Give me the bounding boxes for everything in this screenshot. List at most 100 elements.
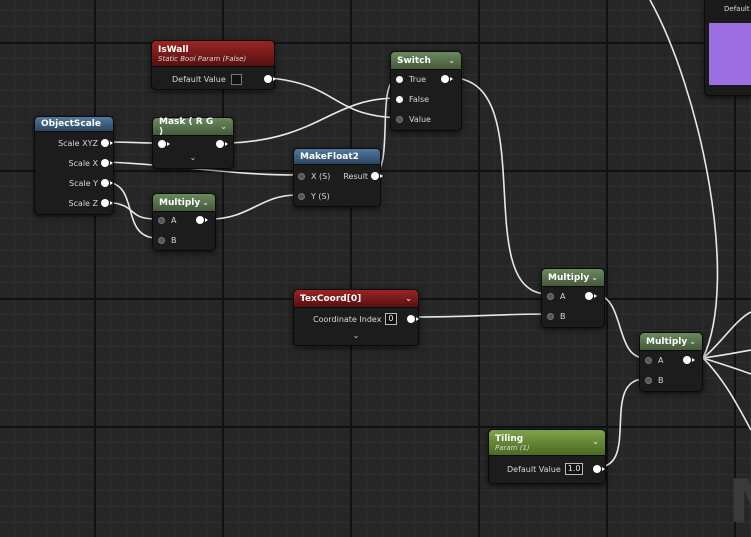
wire-right-4 bbox=[702, 357, 751, 431]
preview-swatch[interactable] bbox=[709, 23, 751, 85]
chevron-down-icon[interactable]: ⌄ bbox=[405, 294, 412, 303]
mask-node[interactable]: Mask ( R G ) ⌄ ⌄ bbox=[152, 117, 234, 169]
objectscale-out-scalez-pin[interactable] bbox=[101, 199, 113, 207]
multiply3-in-a-label: A bbox=[658, 355, 664, 365]
wire-layer bbox=[106, 0, 751, 468]
multiply1-input-pin-a[interactable] bbox=[158, 216, 165, 224]
multiply2-in-b-label: B bbox=[560, 311, 566, 321]
objectscale-out-scalex-label: Scale X bbox=[68, 158, 98, 168]
multiply3-in-a-row[interactable]: A bbox=[645, 354, 696, 366]
mask-input-pin[interactable] bbox=[158, 140, 170, 148]
chevron-down-icon[interactable]: ⌄ bbox=[592, 437, 599, 446]
objectscale-out-scalez[interactable]: Scale Z bbox=[68, 197, 113, 209]
multiply1-in-a-row[interactable]: A bbox=[158, 214, 209, 226]
objectscale-out-scalexyz-label: Scale XYZ bbox=[58, 138, 98, 148]
texcoord-title: TexCoord[0] bbox=[300, 293, 362, 304]
objectscale-out-scalex-pin[interactable] bbox=[101, 159, 113, 167]
chevron-down-icon[interactable]: ⌄ bbox=[202, 198, 209, 207]
iswall-default-checkbox[interactable] bbox=[230, 73, 242, 85]
multiply2-input-pin-a[interactable] bbox=[547, 292, 554, 300]
objectscale-out-scaley-pin[interactable] bbox=[101, 179, 113, 187]
mask-header[interactable]: Mask ( R G ) ⌄ bbox=[153, 116, 233, 137]
makefloat2-node[interactable]: MakeFloat2 X (S) Result Y (S) bbox=[293, 148, 384, 207]
makefloat2-input-pin-y[interactable] bbox=[298, 192, 305, 200]
tiling-header[interactable]: Tiling Param (1) ⌄ bbox=[489, 430, 605, 456]
objectscale-out-scalexyz-pin[interactable] bbox=[101, 139, 113, 147]
multiply2-output-pin[interactable] bbox=[585, 292, 598, 300]
chevron-down-icon[interactable]: ⌄ bbox=[220, 122, 227, 131]
multiply1-output-pin[interactable] bbox=[196, 216, 209, 224]
multiply3-node[interactable]: Multiply ⌄ A B bbox=[639, 332, 703, 392]
watermark: M bbox=[728, 472, 751, 532]
multiply2-header[interactable]: Multiply ⌄ bbox=[542, 269, 604, 287]
switch-input-pin-true[interactable] bbox=[396, 75, 403, 83]
objectscale-out-scalez-label: Scale Z bbox=[68, 198, 98, 208]
multiply1-node[interactable]: Multiply ⌄ A B bbox=[152, 193, 216, 251]
iswall-header[interactable]: IsWall Static Bool Param (False) bbox=[152, 41, 274, 67]
switch-pin-value-row[interactable]: Value bbox=[396, 113, 431, 125]
tiling-node[interactable]: Tiling Param (1) ⌄ Default Value 1.0 bbox=[488, 429, 606, 484]
makefloat2-output-pin[interactable] bbox=[371, 172, 384, 180]
tiling-output-pin[interactable] bbox=[593, 465, 606, 473]
makefloat2-in-x-row[interactable]: X (S) Result bbox=[298, 170, 384, 182]
wire-right-3 bbox=[702, 357, 751, 375]
multiply3-output-pin[interactable] bbox=[683, 356, 696, 364]
multiply2-in-a-row[interactable]: A bbox=[547, 290, 598, 302]
multiply1-title: Multiply bbox=[159, 197, 201, 208]
switch-output-pin[interactable] bbox=[441, 75, 453, 83]
multiply2-title: Multiply bbox=[548, 272, 590, 283]
objectscale-out-scalex[interactable]: Scale X bbox=[68, 157, 113, 169]
wire-scalexyz-mask bbox=[106, 141, 159, 144]
objectscale-out-scalexyz[interactable]: Scale XYZ bbox=[58, 137, 113, 149]
preview-default-label: Default bbox=[724, 5, 750, 13]
switch-pin-false-row[interactable]: False bbox=[396, 93, 429, 105]
wire-right-1 bbox=[702, 311, 751, 359]
multiply2-node[interactable]: Multiply ⌄ A B bbox=[541, 268, 605, 328]
switch-pin-true-label: True bbox=[409, 74, 426, 84]
objectscale-node[interactable]: ObjectScale Scale XYZ Scale X Scale Y Sc… bbox=[34, 116, 114, 215]
makefloat2-header[interactable]: MakeFloat2 bbox=[294, 149, 380, 165]
multiply3-input-pin-a[interactable] bbox=[645, 356, 652, 364]
makefloat2-in-y-label: Y (S) bbox=[311, 191, 330, 201]
texcoord-header[interactable]: TexCoord[0] ⌄ bbox=[294, 290, 418, 308]
makefloat2-result-label: Result bbox=[343, 171, 369, 181]
multiply2-input-pin-b[interactable] bbox=[547, 312, 554, 320]
multiply3-in-b-row[interactable]: B bbox=[645, 374, 664, 386]
wire-mask-switch-false bbox=[227, 97, 399, 144]
multiply2-in-b-row[interactable]: B bbox=[547, 310, 566, 322]
chevron-down-icon[interactable]: ⌄ bbox=[448, 56, 455, 65]
mask-title: Mask ( R G ) bbox=[159, 116, 214, 137]
chevron-down-icon[interactable]: ⌄ bbox=[689, 337, 696, 346]
makefloat2-in-y-row[interactable]: Y (S) bbox=[298, 190, 330, 202]
switch-input-pin-value[interactable] bbox=[396, 115, 403, 123]
expand-chevron-down-icon[interactable]: ⌄ bbox=[294, 331, 418, 340]
multiply1-input-pin-b[interactable] bbox=[158, 236, 165, 244]
texcoord-output-pin[interactable] bbox=[406, 315, 419, 323]
makefloat2-input-pin-x[interactable] bbox=[298, 172, 305, 180]
preview-node[interactable]: Default bbox=[704, 0, 751, 96]
chevron-down-icon[interactable]: ⌄ bbox=[591, 273, 598, 282]
objectscale-title: ObjectScale bbox=[41, 119, 101, 129]
texcoord-index-value[interactable]: 0 bbox=[385, 313, 397, 325]
multiply1-header[interactable]: Multiply ⌄ bbox=[153, 194, 215, 212]
multiply3-header[interactable]: Multiply ⌄ bbox=[640, 333, 702, 351]
objectscale-header[interactable]: ObjectScale bbox=[35, 117, 113, 132]
tiling-default-value[interactable]: 1.0 bbox=[564, 463, 584, 475]
expand-chevron-down-icon[interactable]: ⌄ bbox=[153, 153, 233, 162]
switch-node[interactable]: Switch ⌄ True False Value bbox=[390, 51, 462, 131]
multiply2-in-a-label: A bbox=[560, 291, 566, 301]
switch-input-pin-false[interactable] bbox=[396, 95, 403, 103]
wire-scaley-multiply bbox=[106, 181, 158, 239]
iswall-output-pin[interactable] bbox=[263, 75, 276, 83]
iswall-node[interactable]: IsWall Static Bool Param (False) Default… bbox=[151, 40, 276, 90]
texcoord-index-row[interactable]: Coordinate Index 0 bbox=[313, 313, 419, 325]
texcoord-node[interactable]: TexCoord[0] ⌄ Coordinate Index 0 ⌄ bbox=[293, 289, 419, 346]
objectscale-out-scaley[interactable]: Scale Y bbox=[69, 177, 113, 189]
mask-output-pin[interactable] bbox=[216, 140, 228, 148]
mask-pin-row[interactable] bbox=[158, 138, 228, 150]
switch-header[interactable]: Switch ⌄ bbox=[391, 52, 461, 70]
multiply1-in-b-row[interactable]: B bbox=[158, 234, 177, 246]
switch-pin-true-row[interactable]: True bbox=[396, 73, 453, 85]
multiply3-input-pin-b[interactable] bbox=[645, 376, 652, 384]
tiling-default-row[interactable]: Default Value 1.0 bbox=[507, 463, 606, 475]
